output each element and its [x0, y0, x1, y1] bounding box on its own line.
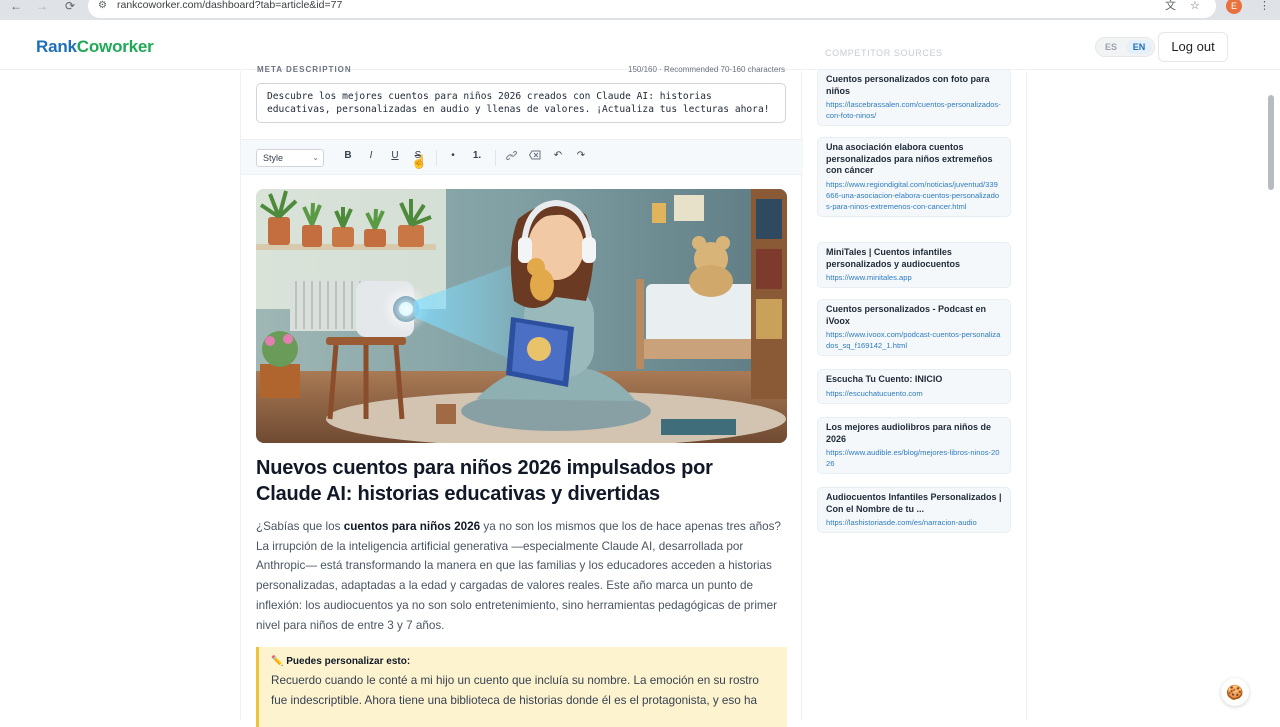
style-select-value: Style — [263, 153, 284, 163]
reload-icon[interactable]: ⟳ — [62, 0, 78, 14]
source-card[interactable]: Cuentos personalizados - Podcast en iVoo… — [817, 299, 1011, 356]
intro-text-after: ya no son los mismos que los de hace ape… — [256, 520, 781, 632]
url-text[interactable]: rankcoworker.com/dashboard?tab=article&i… — [117, 0, 342, 11]
meta-char-count: 150/160 · Recommended 70-160 characters — [628, 65, 785, 74]
source-card[interactable]: Los mejores audiolibros para niños de 20… — [817, 417, 1011, 474]
menu-icon[interactable]: ⋮ — [1259, 0, 1270, 12]
intro-keyword: cuentos para niños 2026 — [343, 520, 481, 533]
rich-text-toolbar: Style ⌄ B I U S • 1. ↶ ↷ ☝ — [241, 139, 803, 175]
clear-format-icon[interactable] — [528, 150, 542, 163]
article-title[interactable]: Nuevos cuentos para niños 2026 impulsado… — [256, 455, 776, 507]
source-link[interactable]: https://www.ivoox.com/podcast-cuentos-pe… — [826, 329, 1002, 351]
redo-button[interactable]: ↷ — [574, 150, 588, 161]
source-link[interactable]: https://lascebrassalen.com/cuentos-perso… — [826, 99, 1002, 121]
translate-icon[interactable]: 文 — [1165, 0, 1176, 12]
source-card[interactable]: MiniTales | Cuentos infantiles personali… — [817, 242, 1011, 288]
source-card[interactable]: Audiocuentos Infantiles Personalizados |… — [817, 487, 1011, 533]
toolbar-divider — [436, 150, 437, 166]
source-title: Una asociación elabora cuentos personali… — [826, 142, 993, 175]
logo-rank: Rank — [36, 37, 77, 56]
source-card[interactable]: Una asociación elabora cuentos personali… — [817, 137, 1011, 217]
source-title: MiniTales | Cuentos infantiles personali… — [826, 247, 961, 269]
personalize-callout[interactable]: ✏️ Puedes personalizar esto: Recuerdo cu… — [256, 647, 787, 727]
profile-avatar[interactable]: E — [1226, 0, 1242, 14]
article-hero-image[interactable] — [256, 189, 787, 443]
app-header: RankCoworker ES EN Log out — [0, 20, 1280, 70]
undo-button[interactable]: ↶ — [551, 150, 565, 161]
callout-text: Recuerdo cuando le conté a mi hijo un cu… — [271, 674, 759, 707]
toolbar-divider — [495, 150, 496, 166]
callout-heading: ✏️ Puedes personalizar esto: — [271, 656, 775, 667]
link-icon[interactable] — [504, 150, 518, 164]
back-icon[interactable]: ← — [8, 0, 24, 14]
page-scrollbar[interactable] — [1268, 95, 1274, 190]
language-toggle: ES EN — [1095, 37, 1155, 57]
logo[interactable]: RankCoworker — [36, 37, 154, 57]
underline-button[interactable]: U — [388, 150, 402, 161]
source-title: Escucha Tu Cuento: INICIO — [826, 374, 943, 384]
callout-title-text: Puedes personalizar esto: — [286, 656, 411, 667]
meta-description-textarea[interactable]: Descubre los mejores cuentos para niños … — [256, 83, 786, 123]
ordered-list-button[interactable]: 1. — [470, 150, 484, 161]
logout-button[interactable]: Log out — [1158, 32, 1228, 62]
source-card[interactable]: Cuentos personalizados con foto para niñ… — [817, 69, 1011, 126]
source-title: Cuentos personalizados - Podcast en iVoo… — [826, 304, 987, 326]
source-link[interactable]: https://www.minitales.app — [826, 272, 1002, 283]
lang-es-button[interactable]: ES — [1105, 42, 1117, 52]
article-intro-paragraph[interactable]: ¿Sabías que los cuentos para niños 2026 … — [256, 517, 791, 635]
mouse-cursor-icon: ☝ — [411, 154, 428, 169]
meta-description-label: META DESCRIPTION — [257, 65, 352, 74]
source-link[interactable]: https://lashistoriasde.com/es/narracion-… — [826, 517, 1002, 528]
source-card[interactable]: Escucha Tu Cuento: INICIO https://escuch… — [817, 369, 1011, 404]
pencil-icon: ✏️ — [271, 656, 287, 667]
italic-button[interactable]: I — [364, 150, 378, 161]
sources-sidebar: COMPETITOR SOURCES Cuentos personalizado… — [803, 48, 1027, 720]
site-info-icon[interactable]: ⚙ — [98, 0, 107, 12]
chevron-down-icon: ⌄ — [312, 153, 319, 162]
bold-button[interactable]: B — [341, 150, 355, 161]
browser-toolbar: ← → ⟳ ⚙ rankcoworker.com/dashboard?tab=a… — [0, 0, 1280, 20]
sidebar-heading: COMPETITOR SOURCES — [825, 48, 943, 58]
forward-icon[interactable]: → — [34, 0, 50, 14]
bullet-list-button[interactable]: • — [446, 150, 460, 161]
intro-text-before: ¿Sabías que los — [256, 520, 344, 533]
star-icon[interactable]: ☆ — [1190, 0, 1200, 12]
logo-coworker: Coworker — [76, 37, 154, 56]
source-link[interactable]: https://www.regiondigital.com/noticias/j… — [826, 179, 1002, 212]
style-select[interactable]: Style ⌄ — [256, 149, 324, 167]
source-link[interactable]: https://www.audible.es/blog/mejores-libr… — [826, 447, 1002, 469]
source-title: Audiocuentos Infantiles Personalizados |… — [826, 492, 1002, 514]
source-title: Los mejores audiolibros para niños de 20… — [826, 422, 992, 444]
cookie-icon[interactable]: 🍪 — [1221, 678, 1249, 706]
article-editor: META DESCRIPTION 150/160 · Recommended 7… — [240, 65, 803, 727]
source-link[interactable]: https://escuchatucuento.com — [826, 388, 1002, 399]
lang-en-button[interactable]: EN — [1126, 40, 1152, 54]
source-title: Cuentos personalizados con foto para niñ… — [826, 74, 990, 96]
